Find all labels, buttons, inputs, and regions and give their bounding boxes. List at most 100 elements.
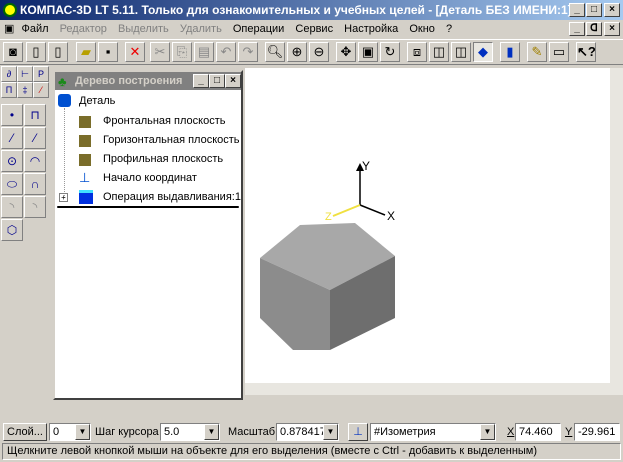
tree-item-horizontal-plane[interactable]: Горизонтальная плоскость	[103, 134, 240, 146]
menu-delete[interactable]: Удалить	[180, 23, 222, 35]
hidden-lines-icon[interactable]: ◫	[429, 42, 449, 62]
model-viewport[interactable]: Y X Z	[245, 68, 610, 383]
menu-window[interactable]: Окно	[409, 23, 435, 35]
window-title: КОМПАС-3D LT 5.11. Только для ознакомите…	[20, 3, 572, 17]
polygon-icon[interactable]: ⬡	[1, 219, 23, 241]
origin-icon: ⊥	[79, 170, 91, 185]
tree-close-button[interactable]: ×	[225, 74, 241, 88]
redo-icon[interactable]: ↷	[238, 42, 258, 62]
menu-service[interactable]: Сервис	[295, 23, 333, 35]
model-view[interactable]: Y X Z	[245, 68, 610, 383]
open-icon[interactable]: ▰	[76, 42, 96, 62]
dimension-tab-icon[interactable]: ⊢	[17, 66, 33, 82]
cut-icon[interactable]: ✂	[150, 42, 170, 62]
extrusion-icon	[79, 190, 93, 204]
scale-dropdown[interactable]: ▼	[323, 424, 338, 440]
arc-icon[interactable]: ◠	[24, 150, 46, 172]
vertical-scrollbar[interactable]	[610, 68, 623, 395]
plane-icon	[79, 154, 91, 166]
maximize-button[interactable]: □	[586, 3, 602, 17]
segment-icon[interactable]: ⁄	[1, 127, 23, 149]
x-axis-label: X	[387, 209, 395, 223]
document-icon[interactable]: ▣	[4, 23, 14, 35]
spline-icon[interactable]: ∩	[24, 173, 46, 195]
minimize-button[interactable]: _	[569, 3, 585, 17]
zoom-in-icon[interactable]: ⊕	[287, 42, 307, 62]
line-icon[interactable]: ⁄	[24, 127, 46, 149]
thin-lines-icon[interactable]: ◫	[451, 42, 471, 62]
tree-icon: ♣	[58, 74, 67, 89]
menu-file[interactable]: Файл	[21, 23, 48, 35]
menu-operations[interactable]: Операции	[233, 23, 284, 35]
save-icon[interactable]: ▪	[98, 42, 118, 62]
zoom-icon[interactable]: 🔍︎	[265, 42, 285, 62]
select-tab-icon[interactable]: ⁄	[33, 82, 49, 98]
param-tab-icon[interactable]: Р	[33, 66, 49, 82]
part-icon[interactable]: ◙	[3, 42, 23, 62]
perspective-icon[interactable]: ▮	[500, 42, 520, 62]
chamfer-icon[interactable]: ◝	[24, 196, 46, 218]
ellipse-icon[interactable]: ⬭	[1, 173, 23, 195]
status-bar: Щелкните левой кнопкой мыши на объекте д…	[2, 443, 621, 460]
fillet-icon[interactable]: ◝	[1, 196, 23, 218]
zoom-out-icon[interactable]: ⊖	[309, 42, 329, 62]
circle-icon[interactable]: ⊙	[1, 150, 23, 172]
fit-icon[interactable]: ▣	[358, 42, 378, 62]
tree-minimize-button[interactable]: _	[193, 74, 209, 88]
panel-icon[interactable]: ▭	[549, 42, 569, 62]
paste-icon[interactable]: ▤	[194, 42, 214, 62]
menu-editor[interactable]: Редактор	[60, 23, 107, 35]
y-axis-label: Y	[362, 159, 370, 173]
orientation-icon[interactable]: ⊥	[348, 423, 368, 441]
tree-item-frontal-plane[interactable]: Фронтальная плоскость	[103, 115, 226, 127]
wireframe-icon[interactable]: ⧈	[407, 42, 427, 62]
layer-dropdown[interactable]: ▼	[75, 424, 90, 440]
point-icon[interactable]: •	[1, 104, 23, 126]
rotate-icon[interactable]: ↻	[380, 42, 400, 62]
doc-restore-button[interactable]: ᗡ	[586, 22, 602, 36]
measure-tab-icon[interactable]: ‡	[17, 82, 33, 98]
horizontal-scrollbar[interactable]	[245, 383, 610, 395]
expand-icon[interactable]: +	[59, 193, 68, 202]
tree-item-extrusion[interactable]: Операция выдавливания:1	[103, 191, 241, 203]
polyline-icon[interactable]: ⊓	[24, 104, 46, 126]
view-field[interactable]: #Изометрия	[370, 423, 496, 441]
y-coordinate: -29.961	[574, 423, 620, 441]
x-label: X	[507, 426, 515, 438]
tree-title: Дерево построения	[75, 75, 183, 87]
kompas-logo-icon	[3, 3, 17, 17]
step-label: Шаг курсора	[95, 426, 159, 438]
tree-end-marker[interactable]	[57, 206, 239, 208]
close-button[interactable]: ×	[604, 3, 620, 17]
menu-bar: ▣ Файл Редактор Выделить Удалить Операци…	[0, 20, 623, 38]
copy-icon[interactable]: ⎘	[172, 42, 192, 62]
title-bar: КОМПАС-3D LT 5.11. Только для ознакомите…	[0, 0, 623, 20]
doc-close-button[interactable]: ×	[604, 22, 620, 36]
menu-select[interactable]: Выделить	[118, 23, 169, 35]
new-doc-icon[interactable]: ▯	[48, 42, 68, 62]
tree-root[interactable]: Деталь	[79, 95, 115, 107]
edit-tab-icon[interactable]: П	[1, 82, 17, 98]
new-sheet-icon[interactable]: ▯	[26, 42, 46, 62]
layer-button[interactable]: Слой...	[3, 423, 47, 441]
menu-settings[interactable]: Настройка	[344, 23, 398, 35]
step-dropdown[interactable]: ▼	[204, 424, 219, 440]
part-icon	[58, 94, 71, 107]
doc-minimize-button[interactable]: _	[569, 22, 585, 36]
tree-item-origin[interactable]: Начало координат	[103, 172, 197, 184]
undo-icon[interactable]: ↶	[216, 42, 236, 62]
delete-icon[interactable]: ✕	[125, 42, 145, 62]
tree-panel: ♣ Дерево построения _ □ × Деталь Фронтал…	[53, 70, 243, 400]
x-axis	[359, 204, 386, 216]
z-axis	[332, 204, 361, 217]
edit-icon[interactable]: ✎	[527, 42, 547, 62]
geometry-tab-icon[interactable]: ∂	[1, 66, 17, 82]
shaded-icon[interactable]: ◆	[473, 42, 493, 62]
help-icon[interactable]: ↖?	[576, 42, 596, 62]
tree-maximize-button[interactable]: □	[209, 74, 225, 88]
view-dropdown[interactable]: ▼	[480, 424, 495, 440]
tree-item-profile-plane[interactable]: Профильная плоскость	[103, 153, 223, 165]
pan-icon[interactable]: ✥	[336, 42, 356, 62]
y-label: Y	[565, 426, 573, 438]
menu-help[interactable]: ?	[446, 23, 452, 35]
